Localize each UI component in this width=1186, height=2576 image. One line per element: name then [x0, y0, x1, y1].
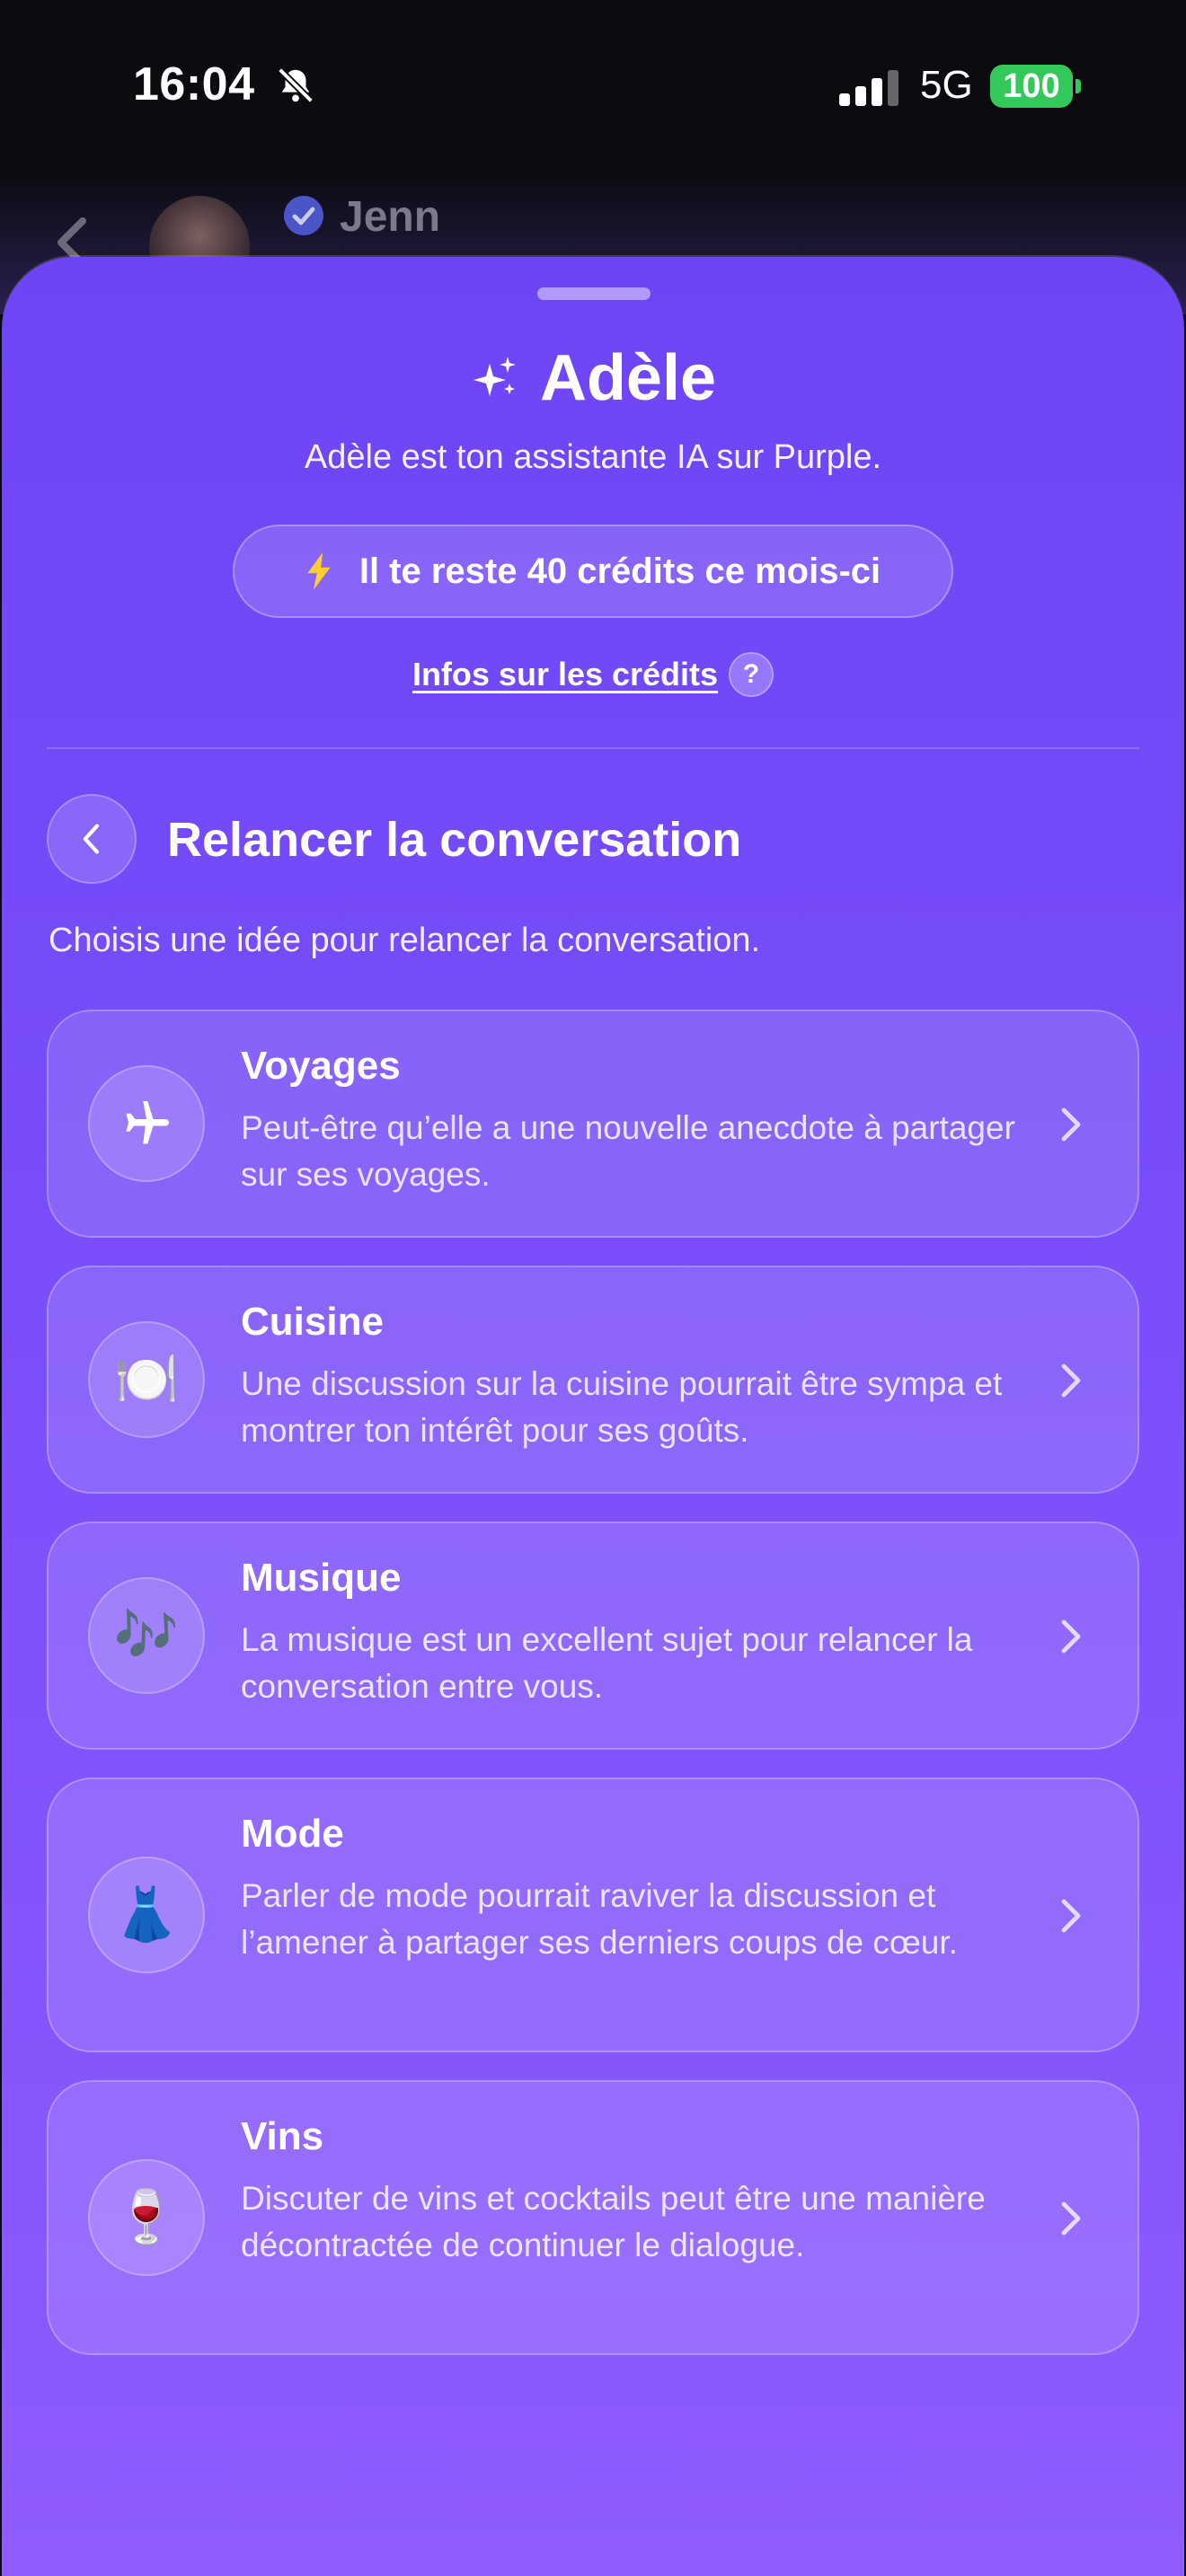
- topic-card-cuisine[interactable]: 🍽️ Cuisine Une discussion sur la cuisine…: [47, 1266, 1139, 1494]
- credits-badge: Il te reste 40 crédits ce mois-ci: [233, 525, 953, 618]
- topic-title: Cuisine: [241, 1300, 384, 1344]
- topic-description: Une discussion sur la cuisine pourrait ê…: [241, 1365, 1003, 1449]
- airplane-icon: [126, 1101, 169, 1144]
- status-time: 16:04: [133, 58, 255, 110]
- music-notes-icon: 🎶: [88, 1577, 205, 1694]
- credits-info-row: Infos sur les crédits ?: [2, 652, 1184, 697]
- bell-slash-icon: [278, 67, 314, 103]
- section-title: Relancer la conversation: [167, 813, 742, 867]
- battery-nub: [1075, 79, 1081, 93]
- divider: [47, 747, 1139, 749]
- plate-icon: 🍽️: [88, 1321, 205, 1438]
- battery-indicator: 100: [990, 65, 1073, 108]
- topic-card-voyages[interactable]: Voyages Peut-être qu’elle a une nouvelle…: [47, 1010, 1139, 1238]
- topic-title: Mode: [241, 1812, 344, 1856]
- topic-description: Discuter de vins et cocktails peut être …: [241, 2180, 986, 2263]
- sheet-subtitle: Adèle est ton assistante IA sur Purple.: [304, 438, 882, 476]
- topic-title: Musique: [241, 1556, 402, 1600]
- chevron-right-icon: [1061, 1899, 1081, 1933]
- sheet-title-row: Adèle: [2, 341, 1184, 415]
- chevron-right-icon: [1061, 1107, 1081, 1142]
- section-back-button[interactable]: [47, 794, 137, 884]
- chevron-left-icon: [83, 824, 100, 854]
- status-bar: 16:04 5G 100: [0, 0, 1186, 171]
- topic-card-mode[interactable]: 👗 Mode Parler de mode pourrait raviver l…: [47, 1778, 1139, 2052]
- wine-glass-icon: 🍷: [88, 2159, 205, 2276]
- topic-title: Voyages: [241, 1044, 401, 1088]
- sheet-grabber[interactable]: [537, 287, 651, 300]
- dress-icon: 👗: [88, 1857, 205, 1973]
- help-icon[interactable]: ?: [729, 652, 774, 697]
- topic-card-vins[interactable]: 🍷 Vins Discuter de vins et cocktails peu…: [47, 2080, 1139, 2355]
- topic-description: La musique est un excellent sujet pour r…: [241, 1621, 973, 1705]
- chevron-right-icon: [1061, 2201, 1081, 2236]
- sheet-title: Adèle: [539, 342, 717, 414]
- credits-label: Il te reste 40 crédits ce mois-ci: [358, 551, 881, 591]
- battery-level: 100: [1003, 66, 1060, 105]
- topic-card-musique[interactable]: 🎶 Musique La musique est un excellent su…: [47, 1522, 1139, 1750]
- signal-bars-icon: [839, 70, 898, 106]
- contact-name[interactable]: Jenn: [340, 192, 440, 242]
- chevron-right-icon: [1061, 1363, 1081, 1398]
- topic-title: Vins: [241, 2114, 324, 2158]
- topic-description: Peut-être qu’elle a une nouvelle anecdot…: [241, 1109, 1015, 1193]
- assistant-sheet: Adèle Adèle est ton assistante IA sur Pu…: [2, 257, 1184, 2576]
- topic-icon-circle: [88, 1065, 205, 1182]
- chevron-right-icon: [1061, 1619, 1081, 1654]
- credits-info-link[interactable]: Infos sur les crédits: [412, 656, 718, 693]
- section-description: Choisis une idée pour relancer la conver…: [49, 922, 761, 959]
- verified-badge-icon: [284, 196, 323, 235]
- network-type: 5G: [920, 63, 973, 107]
- sparkles-icon: [473, 357, 516, 396]
- lightning-bolt-icon: [307, 552, 331, 590]
- topic-description: Parler de mode pourrait raviver la discu…: [241, 1877, 958, 1961]
